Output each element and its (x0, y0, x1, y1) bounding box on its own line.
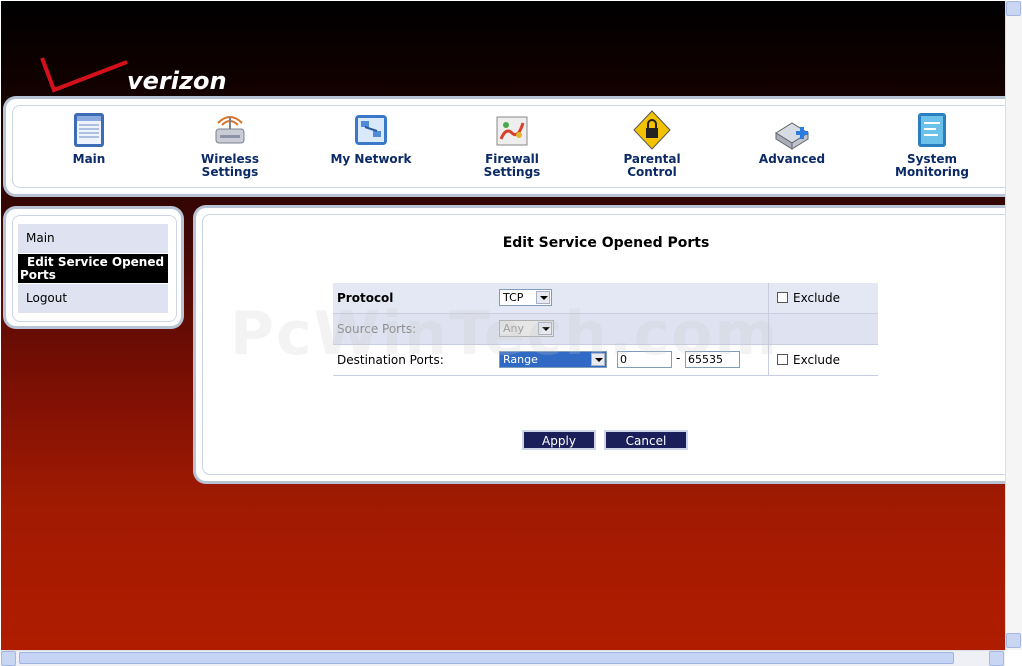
chevron-down-icon (538, 322, 552, 335)
protocol-label: Protocol (337, 291, 394, 305)
wireless-icon (215, 116, 245, 144)
firewall-icon (496, 116, 528, 146)
nav-parental-control[interactable]: Parental Control (597, 109, 707, 189)
ports-table: Protocol TCP Exclude Source Ports: Any D… (333, 283, 878, 376)
range-dash: - (676, 351, 681, 365)
nav-advanced[interactable]: Advanced (737, 109, 847, 189)
horizontal-scrollbar[interactable] (1, 650, 1005, 666)
destination-ports-select-value: Range (503, 353, 538, 366)
sidebar-item-main[interactable]: Main (18, 224, 168, 253)
sidebar: Main Edit Service Opened Ports Logout (6, 209, 181, 326)
advanced-icon (775, 122, 809, 150)
scroll-up-button[interactable] (1006, 1, 1021, 16)
nav-system-monitoring[interactable]: System Monitoring (877, 109, 987, 189)
destination-exclude-checkbox[interactable] (777, 354, 788, 365)
chevron-down-icon (591, 353, 605, 366)
destination-ports-row: Destination Ports: Range 0 - 65535 Exclu… (333, 345, 878, 376)
destination-ports-select[interactable]: Range (499, 351, 607, 368)
chevron-down-icon (536, 291, 550, 304)
exclude-label: Exclude (793, 291, 841, 305)
logo-text: verizon (127, 67, 227, 95)
page: verizon Main Wireless Settings My Networ… (1, 1, 1005, 650)
verizon-logo: verizon (39, 56, 229, 96)
nav-label: Wireless Settings (201, 152, 259, 179)
cancel-button[interactable]: Cancel (604, 430, 688, 450)
nav-my-network[interactable]: My Network (316, 109, 426, 189)
sidebar-item-label: Edit Service Opened Ports (20, 255, 165, 282)
protocol-exclude-checkbox[interactable] (777, 292, 788, 303)
destination-port-to-input[interactable]: 65535 (685, 351, 740, 368)
nav-label: Firewall Settings (483, 152, 541, 179)
monitor-icon (918, 113, 946, 147)
nav-label: My Network (330, 152, 412, 166)
main-icon (74, 113, 104, 147)
protocol-select[interactable]: TCP (499, 289, 552, 306)
destination-port-from-input[interactable]: 0 (617, 351, 672, 368)
page-title: Edit Service Opened Ports (502, 235, 710, 251)
exclude-label: Exclude (793, 353, 841, 367)
apply-button[interactable]: Apply (522, 430, 596, 450)
source-ports-label: Source Ports: (337, 322, 417, 336)
source-ports-row: Source Ports: Any (333, 314, 878, 345)
source-ports-select-value: Any (503, 322, 525, 335)
scroll-down-button[interactable] (1006, 633, 1021, 648)
network-icon (355, 115, 387, 145)
source-ports-select[interactable]: Any (499, 320, 554, 337)
nav-label: Main (72, 152, 106, 166)
protocol-row: Protocol TCP Exclude (333, 283, 878, 314)
main-panel: Edit Service Opened Ports Protocol TCP E… (196, 208, 1005, 481)
scroll-left-button[interactable] (1, 651, 16, 666)
sidebar-item-edit-service-opened-ports[interactable]: Edit Service Opened Ports (18, 254, 168, 283)
nav-firewall-settings[interactable]: Firewall Settings (457, 109, 567, 189)
protocol-select-value: TCP (503, 291, 524, 304)
nav-label: Parental Control (623, 152, 681, 179)
sidebar-item-logout[interactable]: Logout (18, 284, 168, 313)
nav-label: Advanced (758, 152, 826, 166)
scroll-right-button[interactable] (989, 651, 1004, 666)
horizontal-scroll-thumb[interactable] (19, 652, 954, 664)
nav-main[interactable]: Main (34, 109, 144, 189)
destination-ports-label: Destination Ports: (337, 353, 444, 367)
top-navigation: Main Wireless Settings My Network Firewa… (6, 99, 1005, 194)
nav-wireless-settings[interactable]: Wireless Settings (175, 109, 285, 189)
parental-lock-icon (633, 110, 671, 150)
vertical-scrollbar[interactable] (1005, 1, 1022, 650)
nav-label: System Monitoring (895, 152, 969, 179)
